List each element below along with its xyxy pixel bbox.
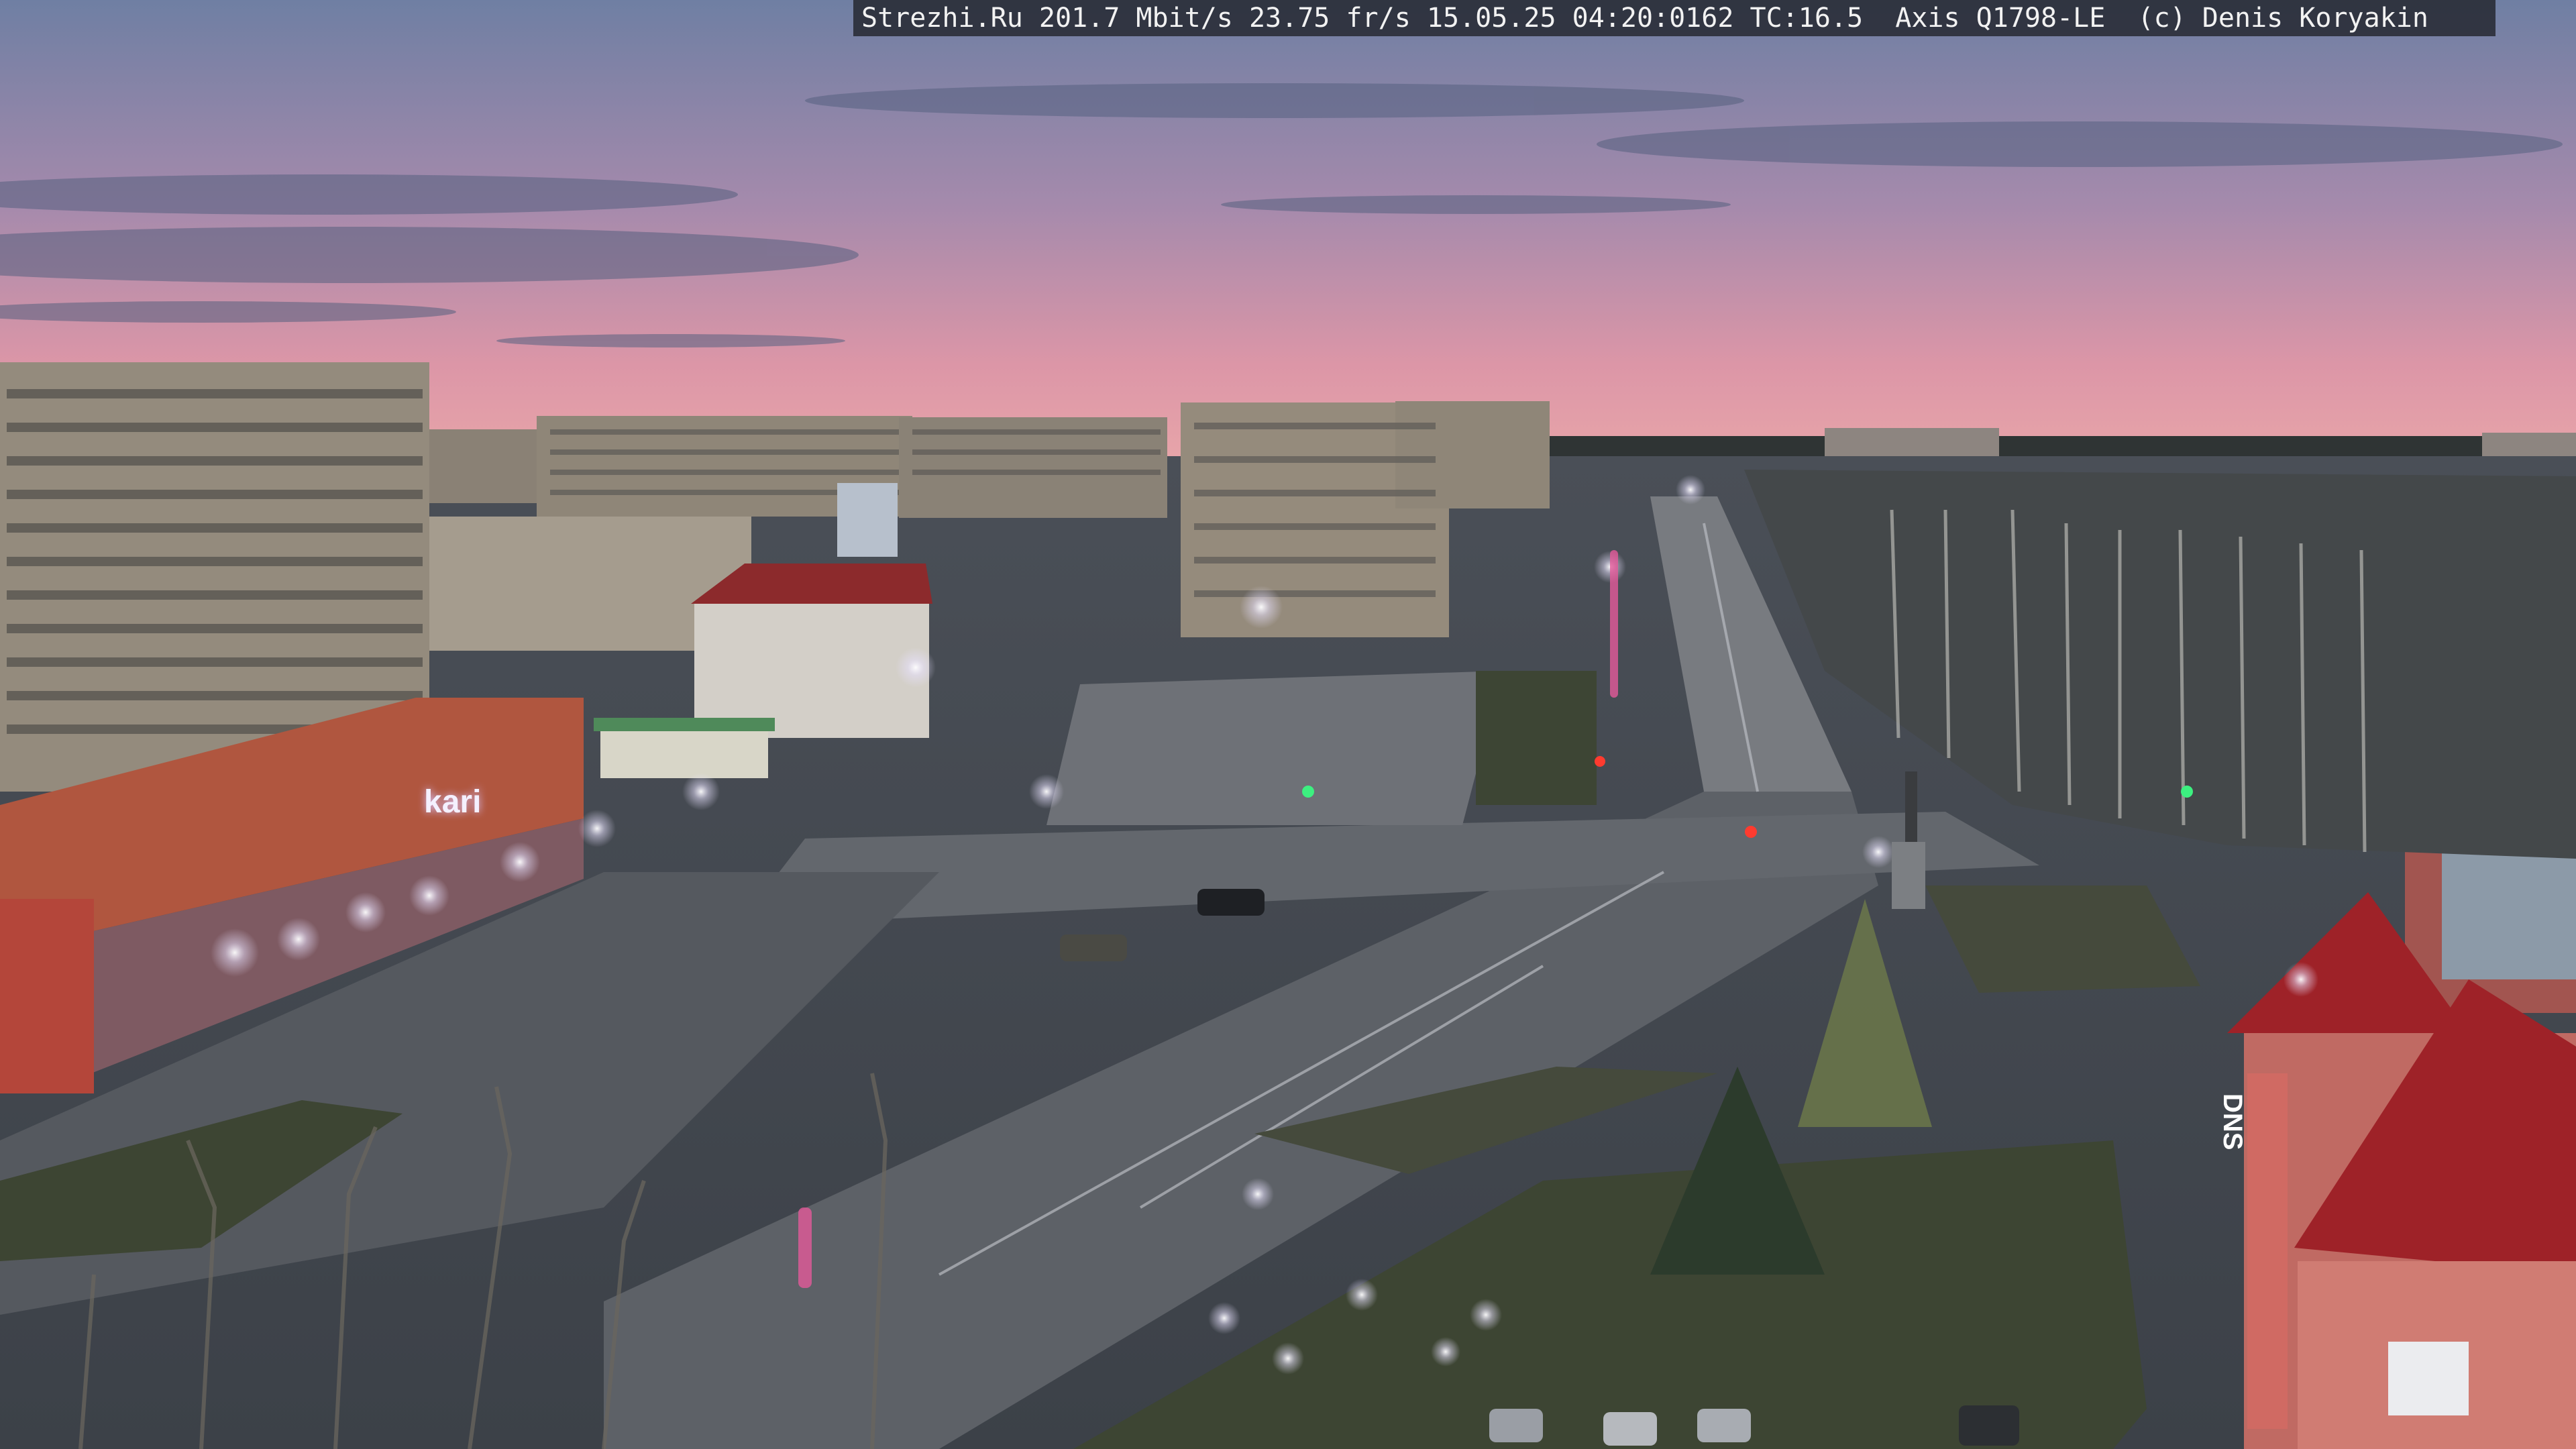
store-sign-right: DNS [2218,1093,2247,1150]
store-sign-left: kari [424,784,482,820]
kiosk [600,724,768,778]
blue-roof-tower [837,483,898,557]
camera-overlay-text: Strezhi.Ru 201.7 Mbit/s 23.75 fr/s 15.05… [853,0,2496,36]
kiosk-roof [594,718,775,731]
plaza [1046,671,1503,825]
red-roof-building [691,564,932,738]
city-street-image [0,0,2576,1449]
webcam-scene: kari DNS Strezhi.Ru 201.7 Mbit/s 23.75 f… [0,0,2576,1449]
